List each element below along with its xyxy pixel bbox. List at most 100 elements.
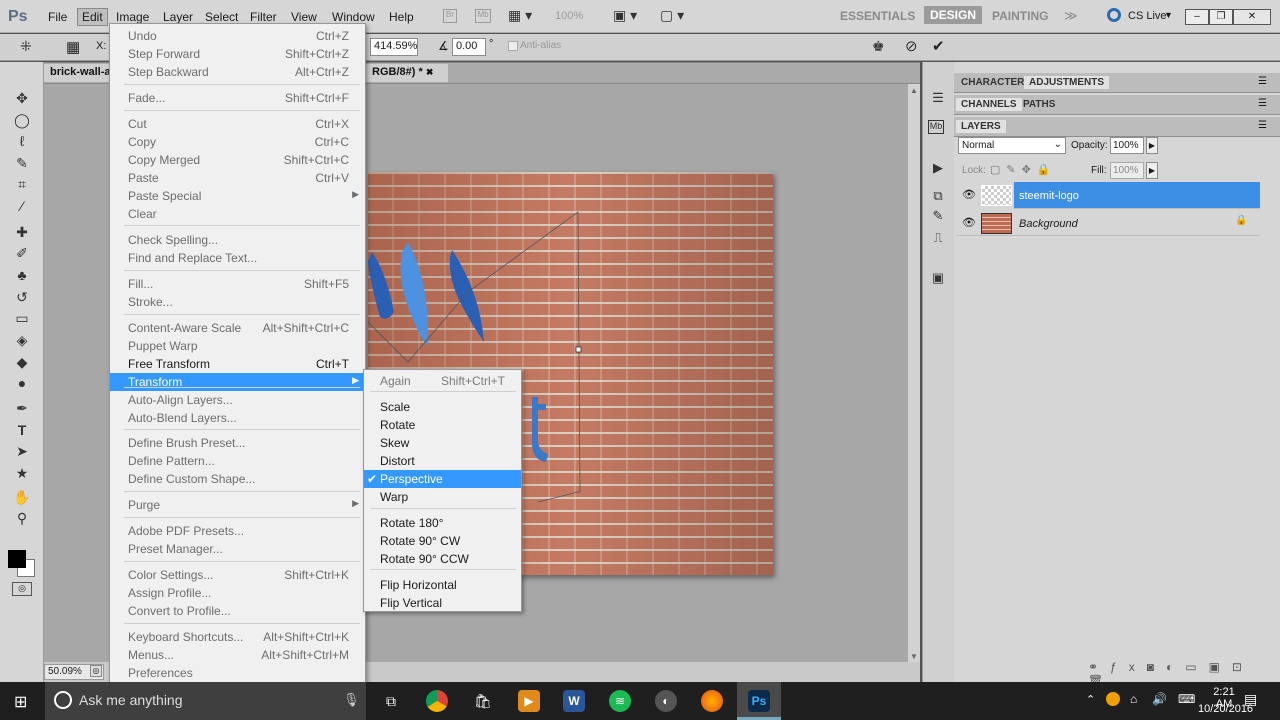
restore-button[interactable]: ❐	[1209, 9, 1233, 25]
cancel-transform-icon[interactable]: ⊘	[905, 37, 918, 55]
windows-start-icon[interactable]: ⊞	[14, 692, 27, 712]
angle-field[interactable]: 0.00	[452, 38, 486, 56]
edit-menu-item-puppet-warp[interactable]: Puppet Warp	[110, 337, 365, 355]
layers-menu-icon[interactable]: ☰	[1258, 120, 1267, 131]
tab-adjustments[interactable]: ADJUSTMENTS	[1024, 76, 1110, 89]
transform-item-warp[interactable]: Warp	[364, 488, 521, 506]
notifications-icon[interactable]: ▤	[1244, 691, 1257, 708]
clone-source-icon[interactable]: ⎍	[928, 230, 948, 248]
opacity-field[interactable]: 100%	[1110, 137, 1144, 154]
edit-menu-item-content-aware-scale[interactable]: Content-Aware Scale Alt+Shift+Ctrl+C	[110, 319, 365, 337]
reference-point-icon[interactable]: ▦	[66, 38, 80, 56]
type-tool-icon[interactable]: T	[11, 420, 33, 440]
paint-bucket-tool-icon[interactable]: ◈	[11, 330, 33, 350]
photoshop-taskbar-icon[interactable]: Ps	[748, 690, 770, 712]
transform-item-again[interactable]: Again Shift+Ctrl+T	[364, 372, 521, 390]
edit-menu-item-clear[interactable]: Clear	[110, 205, 365, 223]
minimize-button[interactable]: ‒	[1185, 9, 1209, 25]
transform-item-perspective[interactable]: ✔ Perspective	[364, 470, 521, 488]
edit-menu-item-color-settings[interactable]: Color Settings... Shift+Ctrl+K	[110, 566, 365, 584]
edit-menu-item-check-spelling[interactable]: Check Spelling...	[110, 231, 365, 249]
menu-edit[interactable]: Edit	[77, 8, 108, 26]
volume-icon[interactable]: 🔊	[1152, 692, 1167, 706]
edit-menu-item-purge[interactable]: Purge ▶	[110, 496, 365, 514]
tab-character[interactable]: CHARACTER	[956, 76, 1029, 89]
edit-menu-item-step-forward[interactable]: Step Forward Shift+Ctrl+Z	[110, 45, 365, 63]
layer-name-background[interactable]: Background	[1019, 218, 1078, 230]
close-tab-icon[interactable]: ✖	[426, 67, 434, 77]
cs-live-menu[interactable]: CS Live	[1128, 10, 1167, 22]
history-brush-tool-icon[interactable]: ↺	[11, 287, 33, 307]
minibridge-icon[interactable]: Mb	[475, 9, 491, 23]
eye-icon-background[interactable]: 👁	[962, 216, 976, 229]
store-icon[interactable]: 🛍	[472, 690, 494, 712]
bridge-icon[interactable]: Br	[443, 9, 457, 23]
firefox-icon[interactable]	[701, 690, 723, 712]
edit-menu-item-stroke[interactable]: Stroke...	[110, 293, 365, 311]
tab-paths[interactable]: PATHS	[1018, 98, 1060, 111]
edit-menu-item-adobe-pdf-presets[interactable]: Adobe PDF Presets...	[110, 522, 365, 540]
vertical-scrollbar[interactable]	[908, 84, 920, 662]
clone-stamp-tool-icon[interactable]: ♣	[11, 265, 33, 285]
quick-mask-icon[interactable]: ◎	[12, 582, 32, 596]
shape-tool-icon[interactable]: ★	[11, 463, 33, 483]
opacity-arrow-icon[interactable]: ▶	[1146, 137, 1158, 154]
menu-help[interactable]: Help	[385, 9, 418, 25]
transform-item-scale[interactable]: Scale	[364, 398, 521, 416]
chrome-icon[interactable]	[426, 690, 448, 712]
edit-menu-item-auto-blend-layers[interactable]: Auto-Blend Layers...	[110, 409, 365, 427]
blend-mode-select[interactable]: Normal ⌄	[958, 137, 1066, 154]
eyedropper-tool-icon[interactable]: ⁄	[11, 196, 33, 216]
network-icon[interactable]: ⌂	[1130, 692, 1137, 706]
tab-layers[interactable]: LAYERS	[956, 120, 1006, 133]
height-scale-field[interactable]: 414.59%	[370, 38, 418, 56]
word-icon[interactable]: W	[563, 690, 585, 712]
edit-menu-item-define-brush-preset[interactable]: Define Brush Preset...	[110, 434, 365, 452]
path-selection-tool-icon[interactable]: ➤	[11, 441, 33, 461]
edit-menu-item-fill[interactable]: Fill... Shift+F5	[110, 275, 365, 293]
edit-menu-item-find-and-replace-text[interactable]: Find and Replace Text...	[110, 249, 365, 267]
tray-app-icon[interactable]	[1106, 692, 1120, 706]
transform-item-flip-vertical[interactable]: Flip Vertical	[364, 594, 521, 612]
dodge-tool-icon[interactable]: ●	[11, 373, 33, 393]
edit-menu-item-define-custom-shape[interactable]: Define Custom Shape...	[110, 470, 365, 488]
tray-chevron-icon[interactable]: ⌃	[1086, 693, 1095, 706]
edit-menu-item-paste[interactable]: Paste Ctrl+V	[110, 169, 365, 187]
swatches-panel-icon[interactable]: ⧉	[928, 188, 948, 206]
fill-arrow-icon[interactable]: ▶	[1146, 162, 1158, 179]
eraser-tool-icon[interactable]: ▭	[11, 308, 33, 328]
history-panel-icon[interactable]: ☰	[928, 90, 948, 108]
brush-panel-icon[interactable]: ✎	[928, 208, 948, 226]
pen-tool-icon[interactable]: ✒	[11, 398, 33, 418]
edit-menu-item-define-pattern[interactable]: Define Pattern...	[110, 452, 365, 470]
task-view-icon[interactable]: ⧉	[380, 690, 402, 712]
edit-menu-item-preset-manager[interactable]: Preset Manager...	[110, 540, 365, 558]
edit-menu-item-transform[interactable]: Transform ▶	[110, 373, 365, 391]
healing-brush-tool-icon[interactable]: ✚	[11, 222, 33, 242]
brush-tool-icon[interactable]: ✐	[11, 243, 33, 263]
layer-name-steemit-logo[interactable]: steemit-logo	[1019, 190, 1079, 202]
transform-item-distort[interactable]: Distort	[364, 452, 521, 470]
edit-menu-item-assign-profile[interactable]: Assign Profile...	[110, 584, 365, 602]
close-button[interactable]: ✕	[1233, 9, 1271, 25]
panel-menu-icon-2[interactable]: ☰	[1258, 98, 1267, 109]
media-player-icon[interactable]: ▶	[518, 690, 540, 712]
tab-active-document[interactable]: RGB/8#) * ✖	[366, 64, 448, 82]
transform-item-rotate[interactable]: Rotate	[364, 416, 521, 434]
actions-panel-icon[interactable]: ▶	[928, 160, 948, 178]
edit-menu-item-auto-align-layers[interactable]: Auto-Align Layers...	[110, 391, 365, 409]
workspace-essentials[interactable]: ESSENTIALS	[840, 9, 915, 23]
warp-mode-icon[interactable]: ♚	[872, 38, 885, 55]
crop-tool-icon[interactable]: ⌗	[11, 174, 33, 194]
edit-menu-item-keyboard-shortcuts[interactable]: Keyboard Shortcuts... Alt+Shift+Ctrl+K	[110, 628, 365, 646]
edit-menu-item-step-backward[interactable]: Step Backward Alt+Ctrl+Z	[110, 63, 365, 81]
eye-icon[interactable]: 👁	[962, 188, 976, 201]
marquee-tool-icon[interactable]: ◯	[11, 110, 33, 130]
workspace-design[interactable]: DESIGN	[924, 6, 983, 24]
lasso-tool-icon[interactable]: ℓ	[11, 131, 33, 151]
tool-presets-icon[interactable]: ▣	[928, 270, 948, 288]
edit-menu-item-undo[interactable]: Undo Ctrl+Z	[110, 27, 365, 45]
move-tool-icon[interactable]: ✥	[11, 88, 33, 108]
edit-menu-item-cut[interactable]: Cut Ctrl+X	[110, 115, 365, 133]
edit-menu-item-paste-special[interactable]: Paste Special ▶	[110, 187, 365, 205]
